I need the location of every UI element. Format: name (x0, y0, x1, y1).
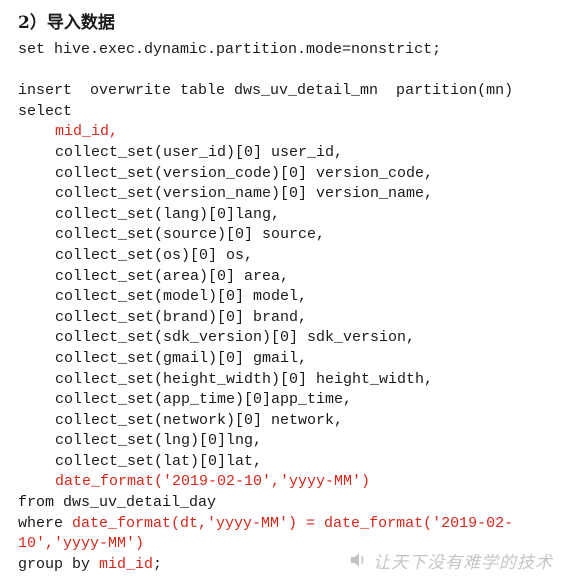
watermark-text: 让天下没有难学的技术 (373, 552, 553, 573)
code-line: collect_set(brand)[0] brand, (18, 308, 513, 329)
code-line: collect_set(source)[0] source, (18, 225, 513, 246)
code-line: collect_set(area)[0] area, (18, 267, 513, 288)
code-segment: collect_set(network)[0] network, (55, 411, 344, 429)
code-line: collect_set(version_name)[0] version_nam… (18, 184, 513, 205)
code-segment: collect_set(height_width)[0] height_widt… (55, 370, 434, 388)
code-line: collect_set(network)[0] network, (18, 411, 513, 432)
section-heading: 2）导入数据 (18, 13, 115, 33)
code-segment: from dws_uv_detail_day (18, 494, 217, 512)
code-segment: collect_set(version_code)[0] version_cod… (55, 164, 434, 182)
code-segment: collect_set(user_id)[0] user_id, (55, 143, 344, 161)
code-line: collect_set(height_width)[0] height_widt… (18, 370, 513, 391)
code-line: collect_set(gmail)[0] gmail, (18, 349, 513, 370)
speaker-icon (349, 551, 367, 569)
sql-code-block: set hive.exec.dynamic.partition.mode=non… (18, 40, 513, 575)
code-segment: collect_set(area)[0] area, (55, 267, 290, 285)
code-segment: collect_set(lang)[0]lang, (55, 205, 281, 223)
code-line: collect_set(lat)[0]lat, (18, 452, 513, 473)
code-segment: 10','yyyy-MM') (18, 535, 145, 553)
code-segment: collect_set(version_name)[0] version_nam… (55, 185, 434, 203)
watermark: 让天下没有难学的技术 (341, 547, 561, 573)
code-line: mid_id, (18, 122, 513, 143)
code-line: insert overwrite table dws_uv_detail_mn … (18, 81, 513, 102)
code-line: date_format('2019-02-10','yyyy-MM') (18, 472, 513, 493)
code-segment: collect_set(app_time)[0]app_time, (55, 391, 353, 409)
code-line: collect_set(lng)[0]lng, (18, 431, 513, 452)
code-segment: collect_set(model)[0] model, (55, 288, 308, 306)
code-segment: mid_id, (55, 123, 119, 141)
document-page: 2）导入数据 set hive.exec.dynamic.partition.m… (0, 0, 567, 579)
code-segment: group by (18, 555, 100, 573)
code-segment: date_format(dt,'yyyy-MM') = date_format(… (72, 514, 514, 532)
code-line: where date_format(dt,'yyyy-MM') = date_f… (18, 514, 513, 535)
code-segment: collect_set(lat)[0]lat, (55, 452, 263, 470)
code-line: collect_set(sdk_version)[0] sdk_version, (18, 328, 513, 349)
code-segment: where (18, 514, 73, 532)
code-line: collect_set(lang)[0]lang, (18, 205, 513, 226)
code-line: collect_set(app_time)[0]app_time, (18, 390, 513, 411)
code-segment: collect_set(source)[0] source, (55, 226, 326, 244)
code-segment: ; (153, 555, 163, 573)
code-segment: collect_set(gmail)[0] gmail, (55, 349, 308, 367)
code-segment: collect_set(sdk_version)[0] sdk_version, (55, 329, 416, 347)
code-segment: date_format('2019-02-10','yyyy-MM') (55, 473, 371, 491)
code-segment: collect_set(brand)[0] brand, (55, 308, 308, 326)
code-segment: collect_set(os)[0] os, (55, 246, 254, 264)
code-line: select (18, 102, 513, 123)
code-line: set hive.exec.dynamic.partition.mode=non… (18, 40, 513, 61)
code-segment: mid_id (99, 555, 154, 573)
code-segment: insert overwrite table dws_uv_detail_mn … (18, 82, 514, 100)
code-line: collect_set(version_code)[0] version_cod… (18, 164, 513, 185)
code-line: collect_set(os)[0] os, (18, 246, 513, 267)
code-line: from dws_uv_detail_day (18, 493, 513, 514)
code-line: collect_set(user_id)[0] user_id, (18, 143, 513, 164)
code-line: collect_set(model)[0] model, (18, 287, 513, 308)
code-segment: select (18, 102, 73, 120)
code-segment: collect_set(lng)[0]lng, (55, 432, 263, 450)
code-segment: set hive.exec.dynamic.partition.mode=non… (18, 41, 442, 58)
